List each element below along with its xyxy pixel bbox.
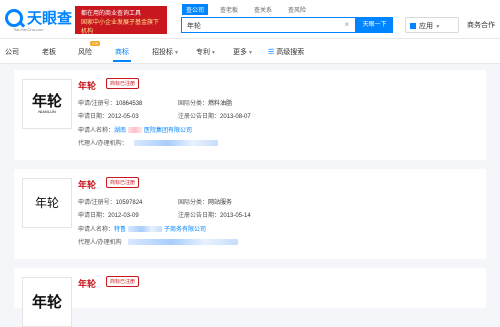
nav-advanced-label: 高级搜索 (276, 49, 305, 56)
nav-advanced-search[interactable]: ☰ 高级搜索 (268, 47, 304, 57)
pub-date-label: 注册公告日期： (178, 213, 221, 219)
nav-patent-label: 专利 (196, 49, 210, 56)
reg-row: 申请/注册号：10597824 国际分类：网站服务 (78, 197, 232, 206)
reg-no-label: 申请/注册号： (78, 200, 116, 206)
class-value: 网站服务 (208, 200, 233, 206)
search-input-value: 年轮 (187, 23, 201, 30)
agent-row: 代理人/办理机构： (78, 138, 218, 147)
applicant-label: 申请人名称： (78, 227, 115, 233)
vip-badge: VIP (90, 41, 101, 46)
eye-logo-icon (5, 9, 23, 27)
status-badge: 商标已注册 (106, 78, 140, 89)
tab-search-boss[interactable]: 查老板 (216, 4, 242, 15)
apps-dropdown[interactable]: 应用 ▼ (405, 17, 459, 33)
trademark-logo-sub: NIANLUN (38, 109, 56, 114)
nav-bidding[interactable]: 招投标▼ (152, 47, 179, 57)
class-value: 燃料油脂 (208, 101, 233, 107)
apply-date: 2012-03-09 (108, 213, 139, 219)
nav-trademark[interactable]: 商标 (113, 47, 131, 62)
redacted-text (128, 226, 163, 232)
promo-banner[interactable]: 都在用的商业查询工具 国家中小企业发展子基金旗下机构 (75, 6, 167, 35)
class-label: 国际分类： (178, 101, 209, 107)
apply-date: 2012-05-03 (108, 114, 139, 120)
reg-row: 申请/注册号：10864538 国际分类：燃料油脂 (78, 98, 232, 107)
chevron-down-icon: ▼ (211, 50, 216, 56)
redacted-agent (133, 140, 218, 146)
applicant-link[interactable]: 特鲁 子商务有限公司 (114, 226, 207, 233)
applicant-prefix: 特鲁 (114, 227, 127, 233)
nav-patent[interactable]: 专利▼ (196, 47, 216, 57)
redacted-text (128, 127, 143, 133)
clear-icon[interactable]: × (344, 20, 349, 29)
search-input[interactable]: 年轮 × (181, 17, 356, 33)
date-row: 申请日期：2012-03-09 注册公告日期：2013-05-14 (78, 210, 251, 219)
logo-domain: TianYanCha.com (13, 27, 44, 32)
logo-name: 天眼查 (27, 10, 73, 27)
trademark-title[interactable]: 年轮 (78, 79, 96, 92)
agent-label: 代理人/办理机构 (78, 240, 122, 246)
applicant-prefix: 湖南 (114, 128, 127, 134)
reg-no: 10864538 (115, 101, 143, 107)
trademark-image: 年轮 (22, 178, 72, 228)
apply-date-label: 申请日期： (78, 213, 109, 219)
pub-date: 2013-08-07 (220, 114, 251, 120)
agent-label: 代理人/办理机构： (78, 141, 128, 147)
trademark-logo-text: 年轮 (31, 293, 62, 311)
nav-risk[interactable]: 风险 (78, 47, 92, 57)
banner-line-1: 都在用的商业查询工具 (81, 11, 142, 17)
tab-search-relation[interactable]: 查关系 (250, 4, 276, 15)
apps-label: 应用 (419, 23, 433, 30)
date-row: 申请日期：2012-05-03 注册公告日期：2013-08-07 (78, 111, 251, 120)
banner-line-2: 国家中小企业发展子基金旗下机构 (81, 20, 160, 35)
filter-icon: ☰ (268, 49, 277, 56)
search-type-tabs: 查公司 查老板 查关系 查风险 (182, 4, 318, 15)
trademark-logo-text: 年轮 (31, 93, 62, 110)
nav-company[interactable]: 公司 (5, 47, 19, 57)
result-card[interactable]: 年轮 NIANLUN 年轮 商标已注册 申请/注册号：10864538 国际分类… (14, 70, 486, 160)
nav-boss[interactable]: 老板 (42, 47, 56, 57)
class-label: 国际分类： (178, 200, 209, 206)
nav-more[interactable]: 更多▼ (233, 47, 253, 57)
apply-date-label: 申请日期： (78, 114, 109, 120)
chevron-down-icon: ▼ (248, 50, 253, 56)
pub-date: 2013-05-14 (220, 213, 251, 219)
trademark-logo-text: 年轮 (34, 195, 59, 210)
trademark-title[interactable]: 年轮 (78, 178, 96, 191)
trademark-image: 年轮 (22, 277, 72, 327)
applicant-suffix: 子商务有限公司 (164, 227, 207, 233)
tab-search-company[interactable]: 查公司 (182, 4, 209, 15)
results-area: 年轮 NIANLUN 年轮 商标已注册 申请/注册号：10864538 国际分类… (0, 64, 500, 327)
nav-more-label: 更多 (233, 49, 247, 56)
result-card[interactable]: 年轮 年轮 商标已注册 (14, 268, 486, 327)
status-badge: 商标已注册 (106, 276, 140, 287)
business-link[interactable]: 商务合作 (467, 20, 495, 30)
applicant-link[interactable]: 湖南 医院集团有限公司 (114, 127, 193, 134)
tab-search-risk[interactable]: 查风险 (284, 4, 310, 15)
top-header: 天眼查 TianYanCha.com 都在用的商业查询工具 国家中小企业发展子基… (0, 0, 500, 39)
redacted-agent (127, 239, 238, 245)
applicant-suffix: 医院集团有限公司 (144, 128, 193, 134)
trademark-image: 年轮 NIANLUN (22, 79, 72, 129)
nav-bidding-label: 招投标 (152, 49, 173, 56)
chevron-down-icon: ▼ (434, 24, 441, 30)
pub-date-label: 注册公告日期： (178, 114, 221, 120)
applicant-row: 申请人名称：湖南 医院集团有限公司 (78, 125, 192, 134)
chevron-down-icon: ▼ (174, 50, 179, 56)
agent-row: 代理人/办理机构 (78, 237, 238, 246)
category-nav: 公司 老板 风险 VIP 商标 招投标▼ 专利▼ 更多▼ ☰ 高级搜索 (0, 39, 500, 64)
reg-no-label: 申请/注册号： (78, 101, 116, 107)
reg-no: 10597824 (115, 200, 143, 206)
apps-grid-icon (410, 23, 416, 29)
result-card[interactable]: 年轮 年轮 商标已注册 申请/注册号：10597824 国际分类：网站服务 申请… (14, 169, 486, 259)
applicant-row: 申请人名称：特鲁 子商务有限公司 (78, 224, 206, 233)
status-badge: 商标已注册 (106, 177, 140, 188)
applicant-label: 申请人名称： (78, 128, 115, 134)
trademark-title[interactable]: 年轮 (78, 277, 96, 290)
search-button[interactable]: 天眼一下 (356, 17, 393, 33)
